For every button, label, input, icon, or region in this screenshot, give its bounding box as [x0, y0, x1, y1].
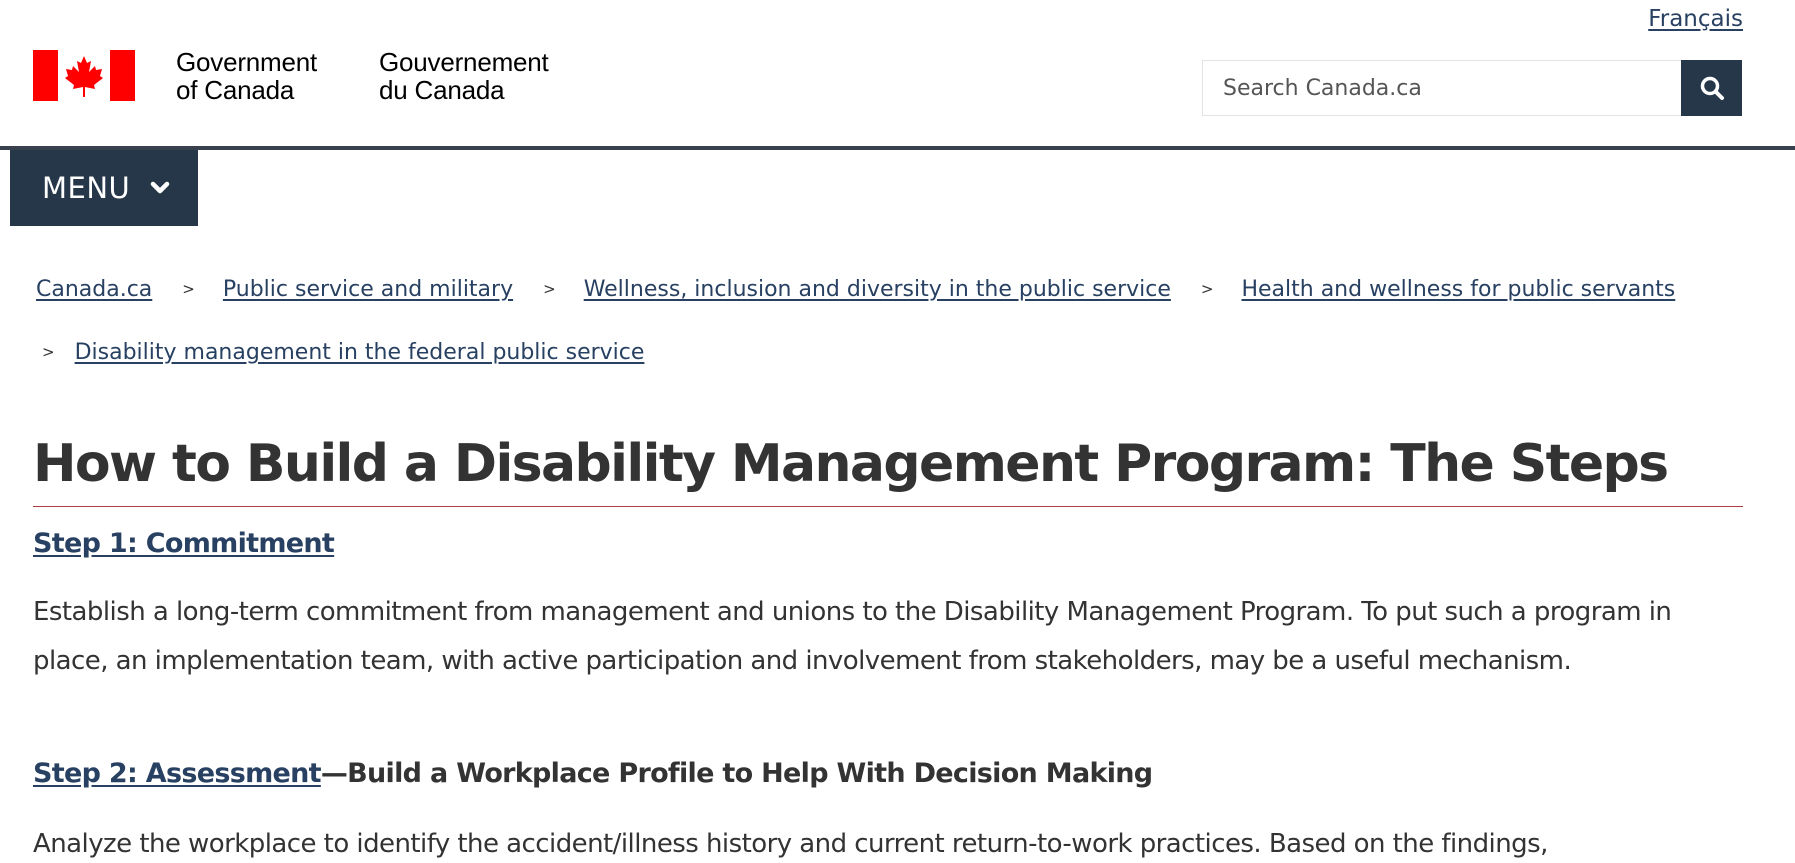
- breadcrumb-row: > Disability management in the federal pu…: [36, 321, 1756, 384]
- step-1-description: Establish a long-term commitment from ma…: [33, 597, 1672, 676]
- breadcrumb-separator: >: [182, 280, 195, 298]
- language-toggle-link[interactable]: Français: [1648, 6, 1743, 32]
- search-input[interactable]: [1202, 60, 1681, 116]
- maple-leaf-icon: [65, 56, 103, 97]
- step-2-link[interactable]: Step 2: Assessment: [33, 758, 322, 789]
- search-button[interactable]: [1681, 60, 1742, 116]
- breadcrumb-item: Disability management in the federal pub…: [75, 321, 645, 384]
- search-icon: [1700, 76, 1724, 100]
- breadcrumb-separator: >: [1200, 280, 1214, 298]
- step-1-link[interactable]: Step 1: Commitment: [33, 528, 335, 559]
- breadcrumb-item: Public service and military: [223, 258, 513, 321]
- step-2-subtitle: —Build a Workplace Profile to Help With …: [320, 758, 1153, 789]
- wordmark-english: Government of Canada: [176, 48, 317, 104]
- step-heading: Step 1: Commitment: [33, 528, 335, 559]
- breadcrumb-item: Health and wellness for public servants: [1241, 258, 1675, 321]
- page-title: How to Build a Disability Management Pro…: [33, 432, 1743, 507]
- breadcrumb-separator: >: [543, 280, 556, 298]
- breadcrumb-link-health[interactable]: Health and wellness for public servants: [1241, 277, 1675, 302]
- menu-button[interactable]: MENU: [10, 150, 198, 226]
- wordmark-en-line1: Government: [176, 47, 318, 77]
- search-form: [1202, 60, 1742, 116]
- breadcrumb-link-disability-management[interactable]: Disability management in the federal pub…: [75, 340, 645, 365]
- step-heading: Step 2: Assessment—Build a Workplace Pro…: [33, 758, 1153, 789]
- wordmark-en-line2: of Canada: [176, 75, 295, 105]
- breadcrumb-link-wellness[interactable]: Wellness, inclusion and diversity in the…: [584, 277, 1171, 302]
- breadcrumb: Canada.ca > Public service and military > We…: [36, 258, 1756, 384]
- chevron-down-icon: [150, 181, 170, 195]
- menu-label: MENU: [42, 171, 131, 205]
- breadcrumb-link-canada[interactable]: Canada.ca: [36, 277, 152, 302]
- breadcrumb-link-public-service[interactable]: Public service and military: [223, 277, 513, 302]
- canada-flag-logo: [33, 50, 135, 101]
- wordmark-french: Gouvernement du Canada: [379, 48, 549, 104]
- breadcrumb-row: Canada.ca > Public service and military > We…: [36, 258, 1756, 321]
- step-2-description: Analyze the workplace to identify the ac…: [33, 829, 1548, 859]
- header-divider: [0, 146, 1795, 150]
- breadcrumb-item: Wellness, inclusion and diversity in the…: [584, 258, 1171, 321]
- breadcrumb-separator: >: [42, 343, 55, 361]
- wordmark-fr-line2: du Canada: [379, 75, 505, 105]
- wordmark-fr-line1: Gouvernement: [379, 47, 549, 77]
- breadcrumb-item: Canada.ca: [36, 258, 152, 321]
